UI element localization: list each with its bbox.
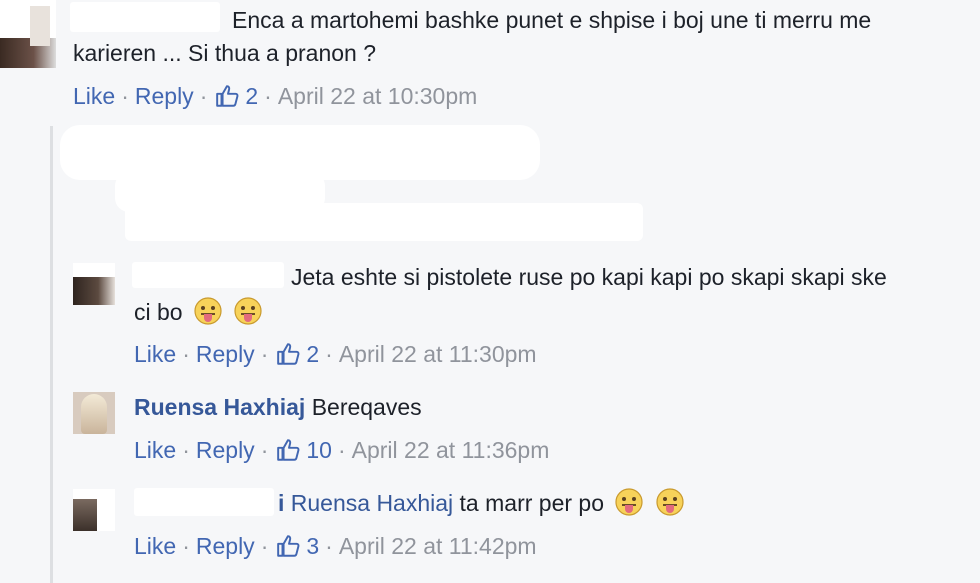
author-name-fragment[interactable]: i bbox=[278, 490, 284, 516]
reaction-count[interactable]: 3 bbox=[306, 531, 319, 561]
separator: · bbox=[260, 533, 269, 559]
timestamp-link[interactable]: April 22 at 11:30pm bbox=[339, 339, 537, 369]
avatar-photo bbox=[73, 277, 115, 305]
tongue-out-emoji-icon bbox=[615, 488, 643, 516]
thumbs-up-icon[interactable] bbox=[276, 341, 302, 367]
like-link[interactable]: Like bbox=[134, 339, 176, 369]
separator: · bbox=[182, 533, 190, 559]
reply-avatar[interactable] bbox=[73, 263, 115, 305]
commenter-avatar[interactable] bbox=[0, 0, 56, 68]
separator: · bbox=[325, 533, 333, 559]
separator: · bbox=[260, 437, 269, 463]
avatar-photo-detail bbox=[30, 6, 50, 46]
reply-text-line-1: Jeta eshte si pistolete ruse po kapi kap… bbox=[291, 264, 887, 290]
avatar-photo bbox=[73, 499, 97, 531]
separator: · bbox=[337, 437, 346, 463]
reply-text: i Ruensa Haxhiaj ta marr per po bbox=[278, 485, 685, 521]
comment-actions: Like · Reply · 2 · April 22 at 10:30pm bbox=[73, 81, 477, 111]
like-link[interactable]: Like bbox=[134, 435, 176, 465]
separator: · bbox=[182, 341, 190, 367]
reaction-count[interactable]: 2 bbox=[245, 81, 258, 111]
reply-avatar[interactable] bbox=[73, 392, 115, 434]
reply-actions: Like · Reply · 2 · April 22 at 11:30pm bbox=[134, 339, 537, 369]
reply-thread-line bbox=[50, 126, 53, 583]
reply-link[interactable]: Reply bbox=[135, 81, 194, 111]
separator: · bbox=[264, 83, 272, 109]
reply-text-content: ta marr per po bbox=[459, 490, 604, 516]
like-link[interactable]: Like bbox=[134, 531, 176, 561]
reply-actions: Like · Reply · 3 · April 22 at 11:42pm bbox=[134, 531, 537, 561]
comment-text-line-2: karieren ... Si thua a pranon ? bbox=[73, 40, 377, 66]
mention-link[interactable]: Ruensa Haxhiaj bbox=[291, 490, 453, 516]
reaction-count[interactable]: 2 bbox=[306, 339, 319, 369]
separator: · bbox=[121, 83, 129, 109]
redacted-author-name bbox=[132, 262, 284, 288]
avatar-photo bbox=[81, 394, 107, 434]
thumbs-up-icon[interactable] bbox=[215, 83, 241, 109]
redacted-author-name bbox=[70, 2, 220, 32]
separator: · bbox=[325, 341, 333, 367]
reply-link[interactable]: Reply bbox=[196, 531, 255, 561]
comment-text-line-1: Enca a martohemi bashke punet e shpise i… bbox=[232, 7, 872, 33]
like-link[interactable]: Like bbox=[73, 81, 115, 111]
thumbs-up-icon[interactable] bbox=[276, 437, 302, 463]
timestamp-link[interactable]: April 22 at 11:42pm bbox=[339, 531, 537, 561]
reply-link[interactable]: Reply bbox=[196, 339, 255, 369]
reply-text-content: Bereqaves bbox=[311, 394, 422, 420]
separator: · bbox=[182, 437, 190, 463]
tongue-out-emoji-icon bbox=[656, 488, 684, 516]
reply-actions: Like · Reply · 10 · April 22 at 11:36pm bbox=[134, 435, 549, 465]
separator: · bbox=[260, 341, 269, 367]
timestamp-link[interactable]: April 22 at 11:36pm bbox=[352, 435, 550, 465]
tongue-out-emoji-icon bbox=[234, 297, 262, 325]
reply-avatar[interactable] bbox=[73, 489, 115, 531]
thumbs-up-icon[interactable] bbox=[276, 533, 302, 559]
reply-text-line-2: ci bo bbox=[134, 294, 263, 330]
redacted-content bbox=[125, 203, 643, 241]
reply-text: Ruensa Haxhiaj Bereqaves bbox=[134, 389, 422, 425]
timestamp-link[interactable]: April 22 at 10:30pm bbox=[278, 81, 477, 111]
separator: · bbox=[199, 83, 208, 109]
reply-text: ci bo bbox=[134, 299, 183, 325]
tongue-out-emoji-icon bbox=[194, 297, 222, 325]
reply-link[interactable]: Reply bbox=[196, 435, 255, 465]
reaction-count[interactable]: 10 bbox=[306, 435, 332, 465]
author-name-link[interactable]: Ruensa Haxhiaj bbox=[134, 394, 305, 420]
redacted-author-name bbox=[134, 488, 274, 516]
